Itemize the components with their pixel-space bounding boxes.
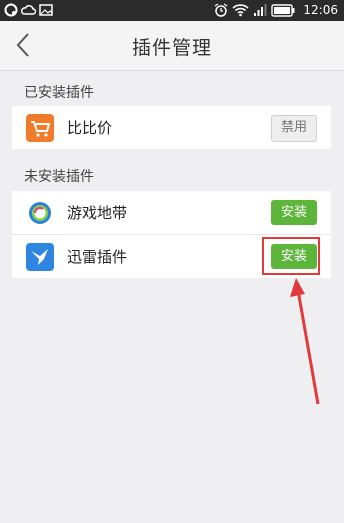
arrow-annotation <box>290 278 320 405</box>
